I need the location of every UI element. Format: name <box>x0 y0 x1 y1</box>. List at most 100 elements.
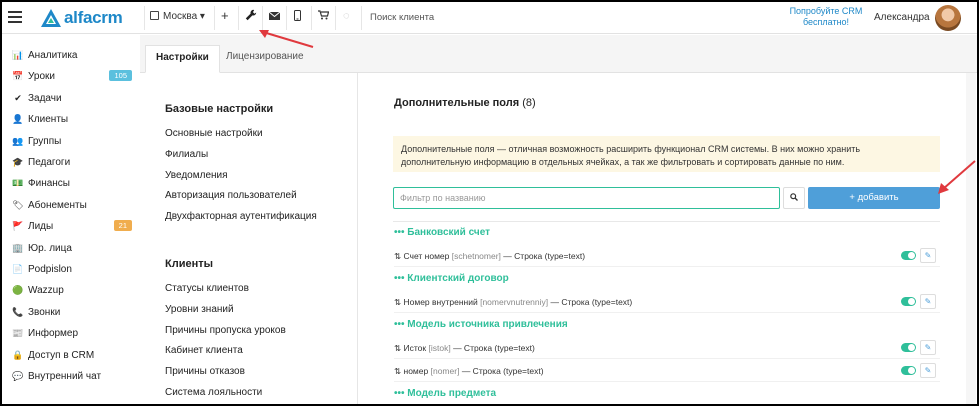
sidebar-item-icon: 🔒 <box>12 349 24 360</box>
tab-settings[interactable]: Настройки <box>145 45 220 73</box>
settings-link[interactable]: Система лояльности <box>165 387 262 398</box>
sidebar-item[interactable]: 💵 Финансы <box>12 174 134 192</box>
field-active-toggle[interactable] <box>901 343 916 352</box>
top-bar: alfacrm Москва ▾ + ◌ Поиск клиента Попро… <box>2 2 977 34</box>
tab-bar: Настройки Лицензирование <box>140 35 977 73</box>
settings-link[interactable]: Авторизация пользователей <box>165 190 297 201</box>
settings-group-title: Базовые настройки <box>165 103 274 115</box>
sidebar-item[interactable]: 📞 Звонки <box>12 303 134 321</box>
app-window: alfacrm Москва ▾ + ◌ Поиск клиента Попро… <box>2 2 977 404</box>
sort-handle-icon[interactable]: ⇅ <box>394 343 401 353</box>
cart-icon[interactable] <box>318 10 330 23</box>
sidebar-item[interactable]: 💬 Внутренний чат <box>12 367 134 385</box>
sidebar-item[interactable]: 👥 Группы <box>12 132 134 150</box>
settings-link[interactable]: Статусы клиентов <box>165 283 249 294</box>
sidebar-item-label: Podpislon <box>28 264 72 275</box>
sidebar-item[interactable]: 🔒 Доступ в CRM <box>12 346 134 364</box>
field-label: ⇅ Исток [istok] — Строка (type=text) <box>394 343 535 353</box>
sidebar-item-icon: 📄 <box>12 264 24 274</box>
field-section-title[interactable]: ••• Модель источника привлечения <box>394 319 568 330</box>
sort-handle-icon[interactable]: ⇅ <box>394 366 401 376</box>
logo-text: alfacrm <box>64 8 123 27</box>
tab-licensing[interactable]: Лицензирование <box>216 45 314 73</box>
avatar[interactable] <box>935 5 961 31</box>
menu-icon[interactable] <box>8 11 22 23</box>
sidebar-item-icon: 📞 <box>12 306 24 317</box>
settings-panel: Базовые настройки Основные настройки Филиа… <box>145 73 358 404</box>
settings-link[interactable]: Причины пропуска уроков <box>165 325 286 336</box>
sidebar-item-icon: 👥 <box>12 135 24 146</box>
logo[interactable]: alfacrm <box>40 8 140 28</box>
settings-link[interactable]: Кабинет клиента <box>165 345 243 356</box>
sidebar-item-label: Клиенты <box>28 114 69 126</box>
sidebar-item-icon: 📅 <box>12 71 24 82</box>
sidebar-item-label: Wazzup <box>28 285 64 297</box>
city-selector[interactable]: Москва ▾ <box>150 11 205 22</box>
count-badge: 105 <box>109 70 132 82</box>
sidebar-item[interactable]: 📊 Аналитика <box>12 46 134 64</box>
field-section-title[interactable]: ••• Клиентский договор <box>394 273 509 284</box>
phone-icon[interactable] <box>294 10 301 24</box>
user-name[interactable]: Александра <box>874 12 930 23</box>
sidebar-item[interactable]: 📄 Podpislon <box>12 260 134 278</box>
mail-icon[interactable] <box>268 11 281 23</box>
sidebar-item[interactable]: 📰 Информер <box>12 324 134 342</box>
settings-link[interactable]: Уведомления <box>165 170 228 181</box>
edit-field-button[interactable]: ✎ <box>920 294 936 309</box>
sort-handle-icon[interactable]: ⇅ <box>394 297 401 307</box>
field-active-toggle[interactable] <box>901 297 916 306</box>
fields-count: (8) <box>522 97 536 109</box>
field-row: ⇅ номер [nomer] — Строка (type=text) ✎ <box>394 362 940 382</box>
sidebar-item-label: Лиды <box>28 221 54 233</box>
sidebar-item[interactable]: 👤 Клиенты <box>12 110 134 128</box>
pencil-icon: ✎ <box>924 251 932 260</box>
sort-handle-icon[interactable]: ⇅ <box>394 251 401 261</box>
sidebar-item-icon: 📰 <box>12 328 24 339</box>
sidebar-item[interactable]: 🚩 Лиды 21 <box>12 217 134 235</box>
sidebar-item[interactable]: 🎓 Педагоги <box>12 153 134 171</box>
edit-field-button[interactable]: ✎ <box>920 248 936 263</box>
field-section-title[interactable]: ••• Банковский счет <box>394 227 490 238</box>
sidebar: 📊 Аналитика 📅 Уроки 105 ✔ Задачи 👤 Клиенты 👥 Групп… <box>2 35 140 404</box>
sidebar-item[interactable]: 🟢 Wazzup <box>12 281 134 299</box>
pencil-icon: ✎ <box>924 343 932 352</box>
scrollbar[interactable] <box>966 73 976 404</box>
sidebar-item-icon: 💵 <box>12 178 24 189</box>
sidebar-item-icon: 🟢 <box>12 285 24 296</box>
add-field-button[interactable]: + добавить <box>808 187 940 209</box>
sidebar-item-label: Внутренний чат <box>28 371 102 382</box>
try-free-link[interactable]: Попробуйте CRM бесплатно! <box>788 6 864 28</box>
settings-link[interactable]: Основные настройки <box>165 128 263 139</box>
sidebar-item-label: Уроки <box>28 71 55 83</box>
edit-field-button[interactable]: ✎ <box>920 340 936 355</box>
settings-link[interactable]: Двухфакторная аутентификация <box>165 211 317 222</box>
spinner-icon: ◌ <box>343 10 350 22</box>
settings-link[interactable]: Уровни знаний <box>165 304 234 315</box>
field-active-toggle[interactable] <box>901 251 916 260</box>
plus-icon[interactable]: + <box>221 8 229 23</box>
sidebar-item-icon: 🏷 <box>12 199 24 210</box>
sidebar-item-icon: 🚩 <box>12 221 24 232</box>
client-search-input[interactable]: Поиск клиента <box>370 12 434 23</box>
sidebar-item[interactable]: 🏢 Юр. лица <box>12 239 134 257</box>
sidebar-item-label: Педагоги <box>28 157 71 168</box>
field-label: ⇅ Счет номер [schetnomer] — Строка (type… <box>394 251 586 261</box>
filter-input[interactable]: Фильтр по названию <box>393 187 780 209</box>
filter-search-button[interactable] <box>783 187 805 209</box>
logo-icon <box>41 9 61 27</box>
settings-link[interactable]: Причины отказов <box>165 366 245 377</box>
field-row: ⇅ Исток [istok] — Строка (type=text) ✎ <box>394 339 940 359</box>
building-icon <box>150 11 159 20</box>
sidebar-item-label: Аналитика <box>28 50 78 61</box>
wrench-icon[interactable] <box>245 9 257 24</box>
settings-link[interactable]: Филиалы <box>165 149 208 160</box>
sidebar-item-icon: 🎓 <box>12 157 24 167</box>
edit-field-button[interactable]: ✎ <box>920 363 936 378</box>
sidebar-item-label: Доступ в CRM <box>28 349 95 361</box>
sidebar-item-icon: 🏢 <box>12 242 24 253</box>
sidebar-item[interactable]: 🏷 Абонементы <box>12 196 134 214</box>
sidebar-item[interactable]: 📅 Уроки 105 <box>12 67 134 85</box>
field-active-toggle[interactable] <box>901 366 916 375</box>
sidebar-item[interactable]: ✔ Задачи <box>12 89 134 107</box>
field-section-title[interactable]: ••• Модель предмета <box>394 388 496 399</box>
